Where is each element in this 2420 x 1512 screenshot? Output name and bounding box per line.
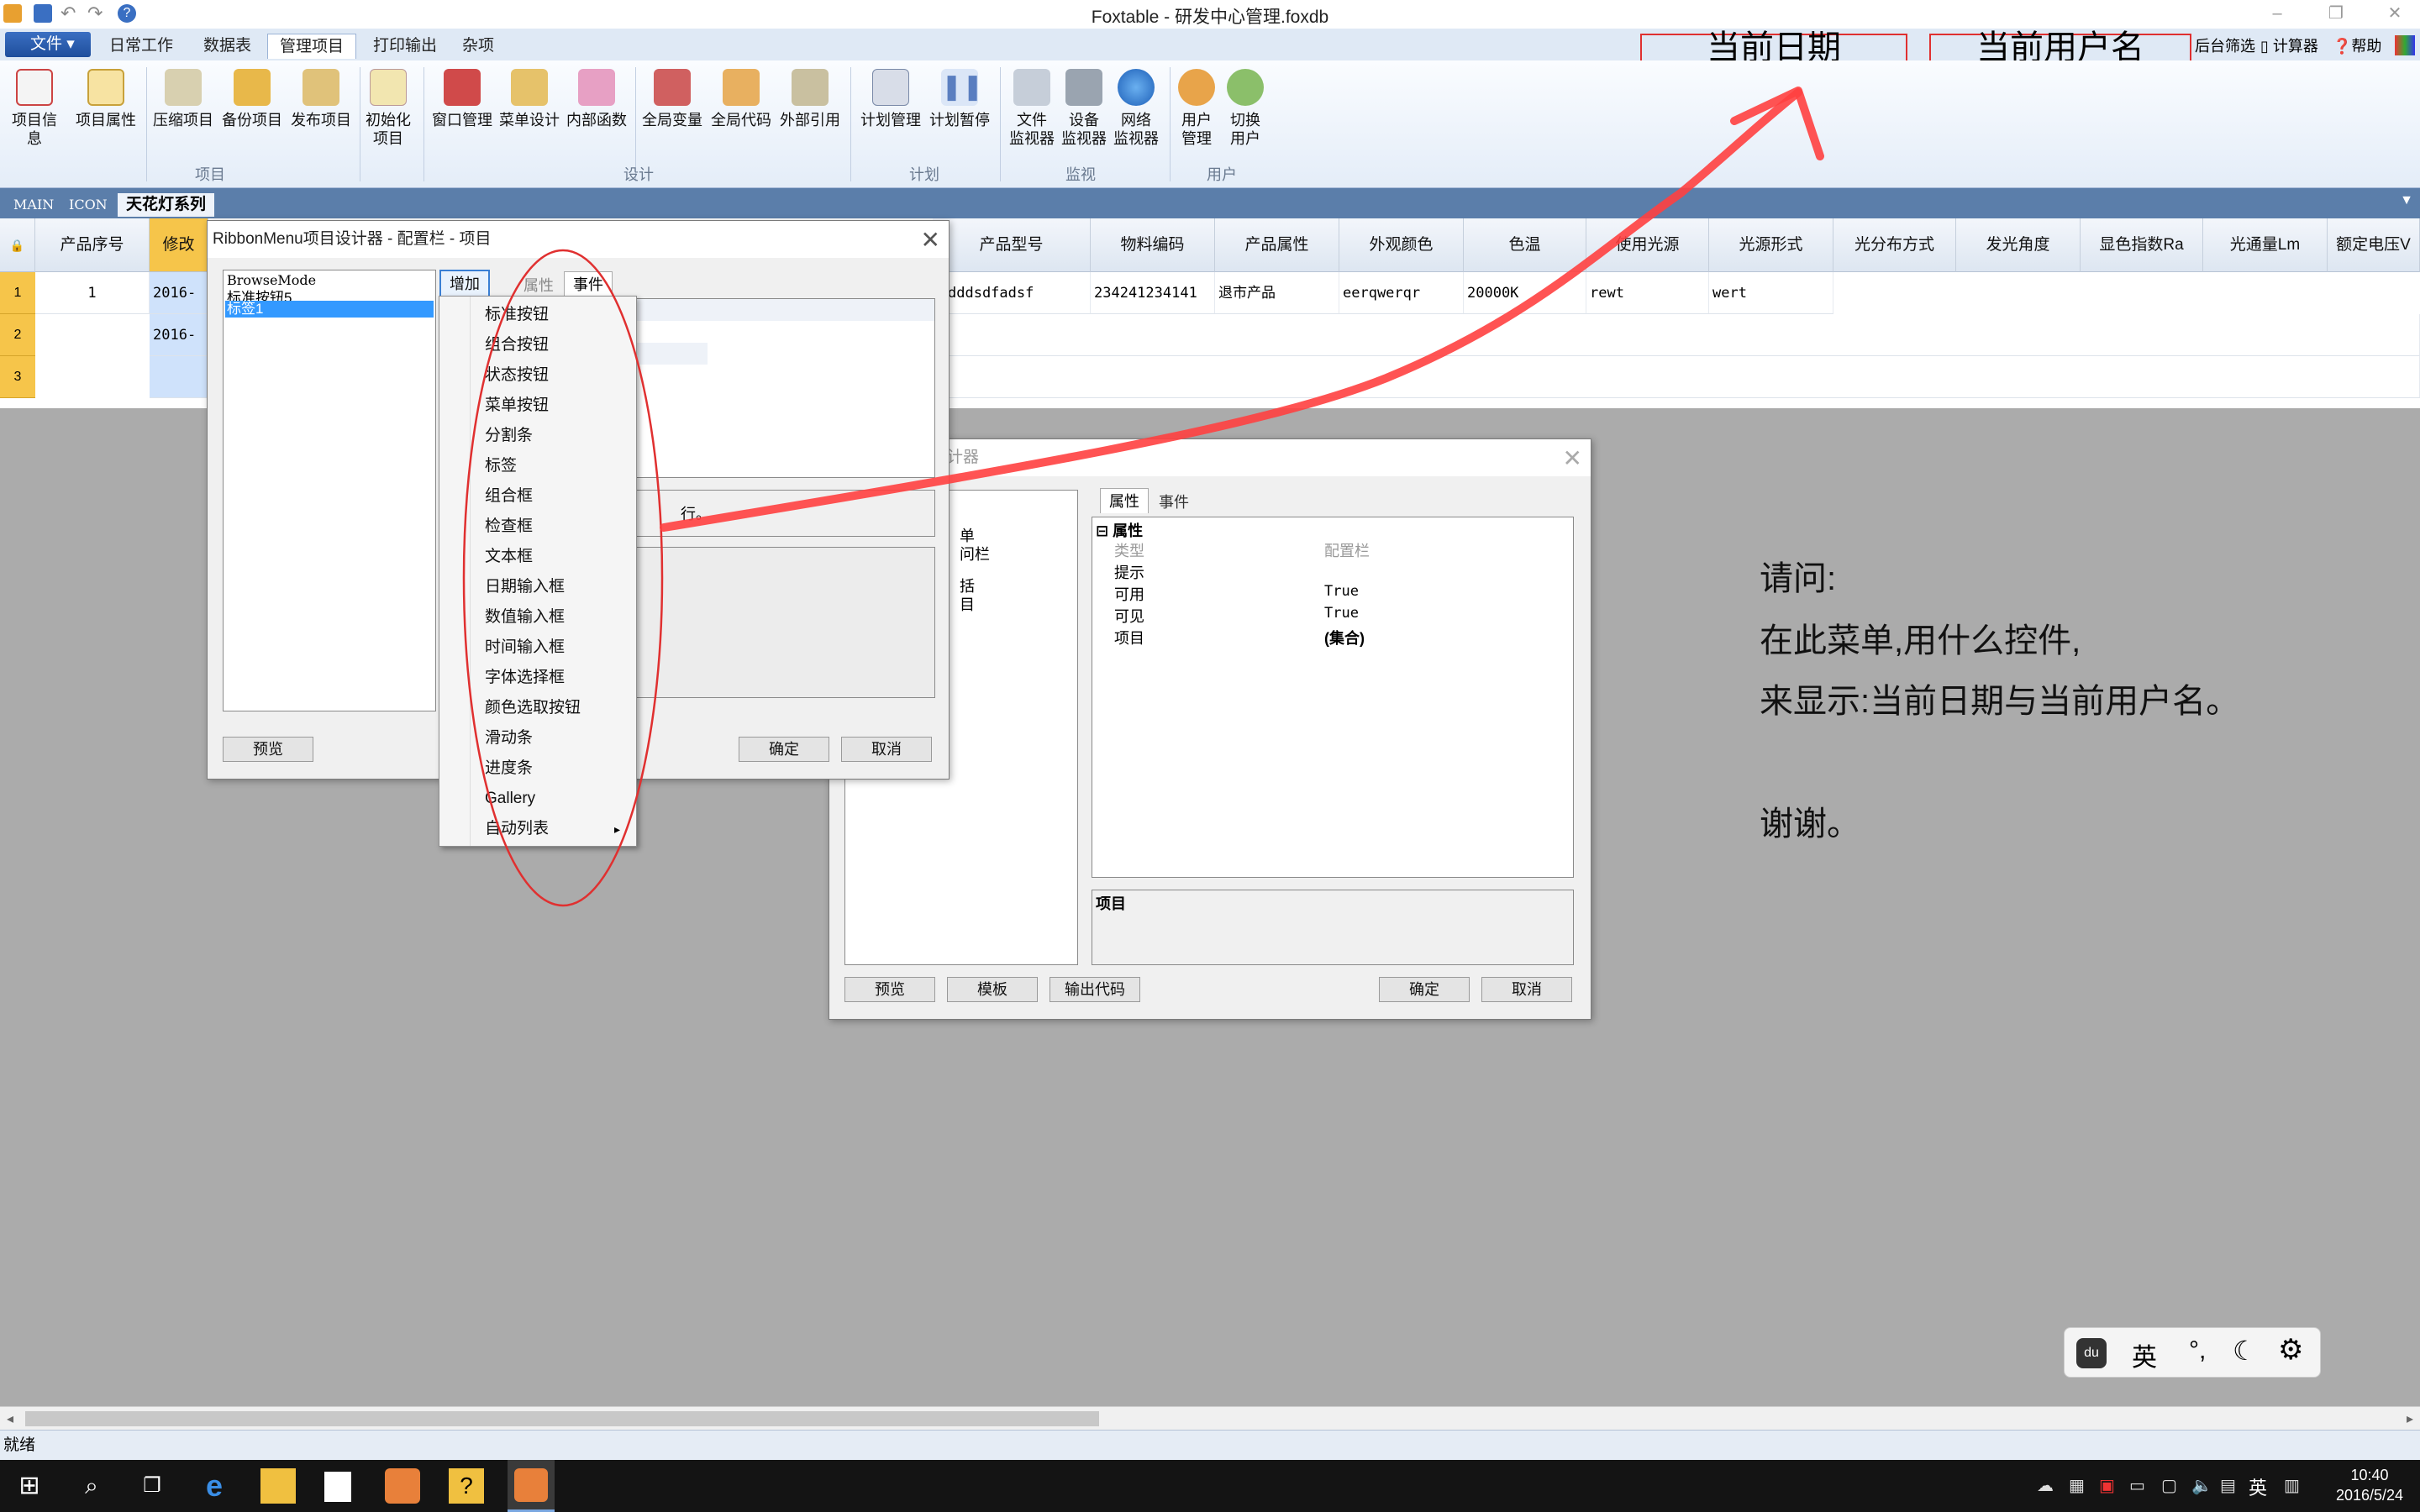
clock-time: 10:40 bbox=[2350, 1467, 2389, 1483]
calendar-icon[interactable]: ▥ bbox=[2284, 1475, 2300, 1496]
annotation-arrow-head bbox=[1730, 87, 1824, 160]
edge-icon[interactable]: e bbox=[197, 1468, 232, 1504]
grid-app-icon[interactable]: ▦ bbox=[2069, 1475, 2085, 1496]
punctuation-icon[interactable]: °, bbox=[2189, 1336, 2206, 1365]
ime-mode-toggle[interactable]: 英 bbox=[2132, 1336, 2157, 1373]
foxtable-active-icon[interactable] bbox=[508, 1460, 555, 1512]
taskbar-ime-indicator[interactable]: 英 bbox=[2249, 1473, 2267, 1500]
gear-icon[interactable]: ⚙ bbox=[2278, 1333, 2303, 1367]
clock-date: 2016/5/24 bbox=[2335, 1487, 2404, 1504]
question-line-1: 请问: bbox=[1760, 560, 1837, 597]
status-text: 就绪 bbox=[3, 1436, 36, 1454]
taskbar: ⊞ ⌕ ❐ e ? ☁ ▦ ▣ ▭ ▢ 🔈 ▤ 英 ▥ 10:40 2016/5… bbox=[0, 1460, 2420, 1512]
pdf-icon[interactable]: ▣ bbox=[2099, 1475, 2115, 1496]
volume-icon[interactable]: 🔈 bbox=[2191, 1475, 2212, 1496]
network-icon[interactable]: ▢ bbox=[2161, 1475, 2177, 1496]
battery-icon[interactable]: ▭ bbox=[2129, 1475, 2145, 1496]
scroll-thumb[interactable] bbox=[25, 1411, 1099, 1426]
ime-toolbar: du 英 °, ☾ ⚙ bbox=[2064, 1327, 2321, 1378]
annotation-overlay bbox=[462, 87, 1824, 907]
question-line-4: 谢谢。 bbox=[1760, 806, 1860, 843]
scroll-right-icon[interactable]: ▸ bbox=[2407, 1410, 2413, 1427]
search-icon[interactable]: ⌕ bbox=[74, 1468, 109, 1504]
windows-start-icon[interactable]: ⊞ bbox=[12, 1468, 47, 1504]
task-view-icon[interactable]: ❐ bbox=[134, 1468, 170, 1504]
scroll-left-icon[interactable]: ◂ bbox=[7, 1410, 13, 1427]
question-line-3: 来显示:当前日期与当前用户名。 bbox=[1760, 683, 2240, 720]
help-app-icon[interactable]: ? bbox=[449, 1468, 484, 1504]
file-explorer-icon[interactable] bbox=[260, 1468, 296, 1504]
question-line-2: 在此菜单,用什么控件, bbox=[1760, 622, 2081, 659]
annotation-arrow-line bbox=[660, 88, 1802, 532]
taskbar-clock[interactable]: 10:40 2016/5/24 bbox=[2328, 1465, 2412, 1505]
horizontal-scrollbar[interactable]: ◂ ▸ bbox=[0, 1406, 2420, 1430]
status-bar: 就绪 bbox=[0, 1430, 2420, 1460]
cloud-icon[interactable]: ☁ bbox=[2037, 1475, 2054, 1496]
message-icon[interactable]: ▤ bbox=[2220, 1475, 2236, 1496]
store-icon[interactable] bbox=[324, 1472, 351, 1502]
baidu-ime-icon[interactable]: du bbox=[2076, 1338, 2107, 1368]
moon-icon[interactable]: ☾ bbox=[2233, 1335, 2257, 1367]
foxtable-icon[interactable] bbox=[385, 1468, 420, 1504]
annotation-ellipse bbox=[462, 249, 664, 907]
